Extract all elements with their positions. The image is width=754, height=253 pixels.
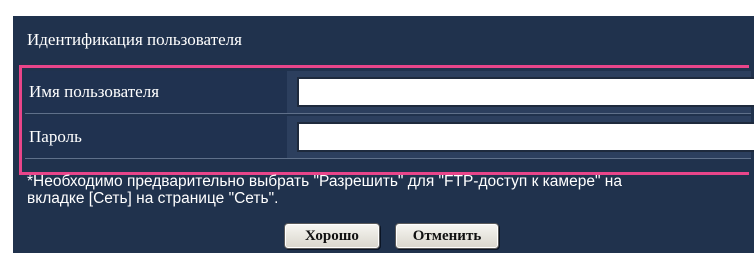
ok-button[interactable]: Хорошо <box>284 223 380 249</box>
note-line-2: вкладке [Сеть] на странице "Сеть". <box>27 190 279 207</box>
username-row: Имя пользователя <box>25 71 754 114</box>
cancel-button[interactable]: Отменить <box>395 223 499 249</box>
ftp-access-note: *Необходимо предварительно выбрать "Разр… <box>27 173 747 207</box>
password-row: Пароль <box>25 116 754 159</box>
page-background: Идентификация пользователя Имя пользоват… <box>0 0 754 253</box>
user-authentication-panel: Идентификация пользователя Имя пользоват… <box>13 16 754 253</box>
password-label: Пароль <box>25 116 287 158</box>
button-bar: Хорошо Отменить <box>13 219 754 253</box>
note-line-1: *Необходимо предварительно выбрать "Разр… <box>27 173 622 190</box>
section-title: Идентификация пользователя <box>27 30 242 49</box>
username-label: Имя пользователя <box>25 71 287 113</box>
username-input[interactable] <box>297 77 754 107</box>
password-input[interactable] <box>297 122 754 152</box>
